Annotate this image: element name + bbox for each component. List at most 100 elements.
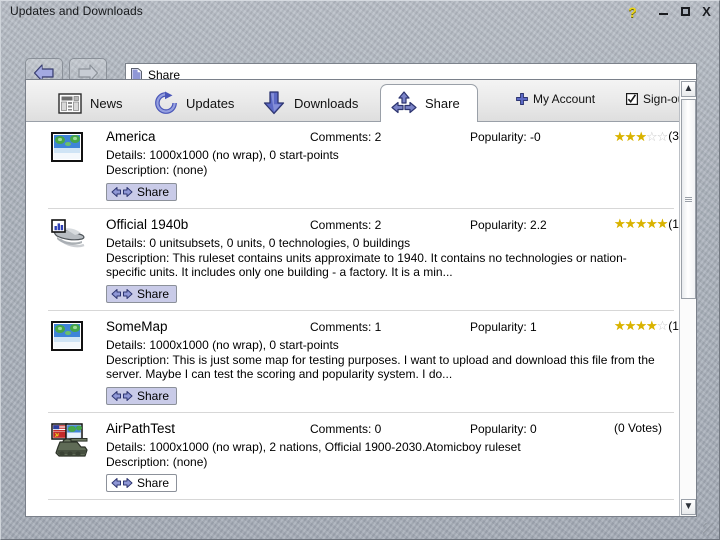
star-filled-icon: ★ [635, 217, 646, 230]
list-item-body: SomeMapComments: 1Popularity: 1★★★★☆(1)D… [106, 319, 674, 405]
list-item-details: Details: 1000x1000 (no wrap), 0 start-po… [106, 148, 674, 162]
share-arrows-small-icon [111, 390, 133, 402]
maximize-button[interactable] [676, 2, 695, 21]
maximize-icon [681, 7, 690, 16]
star-filled-icon: ★ [635, 130, 646, 143]
map-thumbnail-icon [51, 132, 91, 170]
close-icon: X [702, 4, 711, 19]
list-item-description: Description: (none) [106, 455, 661, 470]
tab-share[interactable]: Share [380, 84, 478, 123]
list-item-description: Description: This ruleset contains units… [106, 251, 661, 280]
question-mark-icon: ? [628, 4, 637, 20]
star-empty-icon: ☆ [646, 130, 657, 143]
list-item-popularity: Popularity: 1 [470, 320, 537, 334]
star-rating-icon: ★★★☆☆ [614, 130, 667, 143]
list-item-comments: Comments: 2 [310, 130, 381, 144]
star-filled-icon: ★ [625, 130, 636, 143]
share-arrows-small-icon [111, 186, 133, 198]
list-item-title: AirPathTest [106, 421, 175, 436]
scroll-up-button[interactable]: ▲ [681, 81, 696, 97]
tab-updates[interactable]: Updates [144, 84, 244, 122]
checkbox-icon [626, 93, 638, 105]
share-arrows-icon [391, 91, 417, 117]
tab-downloads[interactable]: Downloads [252, 84, 368, 122]
list-item[interactable]: AirPathTest Comments: 0 Popularity: 0 (0 Vo… [48, 413, 674, 501]
share-button-label: Share [137, 287, 169, 301]
list-item-details: Details: 1000x1000 (no wrap), 2 nations,… [106, 440, 674, 454]
tab-news[interactable]: News [48, 84, 133, 122]
title-bar[interactable]: Updates and Downloads ? X [1, 1, 720, 22]
share-button[interactable]: Share [106, 387, 177, 405]
star-filled-icon: ★ [614, 319, 625, 332]
share-button-label: Share [137, 476, 169, 490]
star-filled-icon: ★ [614, 217, 625, 230]
scrollbar-thumb[interactable] [681, 99, 696, 299]
star-filled-icon: ★ [646, 217, 657, 230]
close-button[interactable]: X [697, 2, 716, 21]
window-frame: Updates and Downloads ? X [0, 0, 720, 540]
list-item-popularity: Popularity: -0 [470, 130, 541, 144]
share-arrows-small-icon [111, 288, 133, 300]
minimize-icon [659, 13, 668, 15]
my-account-link[interactable]: My Account [516, 92, 595, 106]
tab-share-label: Share [425, 96, 460, 111]
help-button[interactable]: ? [623, 2, 642, 21]
tab-updates-label: Updates [186, 96, 234, 111]
vertical-scrollbar[interactable]: ▲ ▼ [679, 80, 696, 516]
list-item[interactable]: SomeMapComments: 1Popularity: 1★★★★☆(1)D… [48, 311, 674, 413]
star-empty-icon: ☆ [657, 130, 668, 143]
star-filled-icon: ★ [646, 319, 657, 332]
scrollbar-grip-icon [685, 197, 692, 202]
list-item-description: Description: This is just some map for t… [106, 353, 661, 382]
share-button-label: Share [137, 389, 169, 403]
plus-icon [516, 93, 528, 105]
list-item-rating: ★★★★★(1) [614, 217, 683, 231]
star-filled-icon: ★ [635, 319, 646, 332]
star-filled-icon: ★ [625, 319, 636, 332]
chevron-up-icon: ▲ [684, 84, 694, 94]
content-panel: News Updates Downloads [25, 79, 697, 517]
list-item-description: Description: (none) [106, 163, 661, 178]
navigation-bar: Share [1, 22, 720, 79]
my-account-label: My Account [533, 92, 595, 106]
star-rating-icon: ★★★★☆ [614, 319, 667, 332]
list-item-body: AirPathTest Comments: 0 Popularity: 0 (0 Vo… [106, 421, 674, 493]
list-item-comments: Comments: 0 [310, 422, 381, 436]
map-thumbnail-icon [51, 321, 91, 359]
minimize-button[interactable] [654, 2, 673, 21]
list-item-rating: ★★★☆☆(3) [614, 129, 683, 143]
share-button[interactable]: Share [106, 285, 177, 303]
window-title: Updates and Downloads [10, 4, 143, 18]
list-item-popularity: Popularity: 0 [470, 422, 537, 436]
list-item-rating: (0 Votes) [614, 421, 662, 435]
scenario-tank-icon [51, 423, 91, 461]
list-item-details: Details: 1000x1000 (no wrap), 0 start-po… [106, 338, 674, 352]
aircraft-ruleset-icon [51, 219, 91, 257]
share-arrows-small-icon [111, 477, 133, 489]
list-item-details: Details: 0 unitsubsets, 0 units, 0 techn… [106, 236, 674, 250]
list-item-body: AmericaComments: 2Popularity: -0★★★☆☆(3)… [106, 129, 674, 201]
share-button[interactable]: Share [106, 183, 177, 201]
star-filled-icon: ★ [625, 217, 636, 230]
list-item-headline: SomeMapComments: 1Popularity: 1★★★★☆(1) [106, 319, 674, 336]
resize-grip[interactable] [703, 523, 716, 536]
tab-strip: News Updates Downloads [26, 80, 696, 122]
list-item-popularity: Popularity: 2.2 [470, 218, 547, 232]
list-item-body: Official 1940bComments: 2Popularity: 2.2… [106, 217, 674, 303]
list-item-votes: (0 Votes) [614, 421, 662, 435]
list-item-headline: AmericaComments: 2Popularity: -0★★★☆☆(3) [106, 129, 674, 146]
list-item[interactable]: Official 1940bComments: 2Popularity: 2.2… [48, 209, 674, 311]
list-item[interactable]: AmericaComments: 2Popularity: -0★★★☆☆(3)… [48, 122, 674, 209]
list-item-headline: Official 1940bComments: 2Popularity: 2.2… [106, 217, 674, 234]
refresh-icon [154, 91, 178, 115]
star-empty-icon: ☆ [657, 319, 668, 332]
share-item-list[interactable]: America Comments: 2 Popularity: -0 ★★★☆☆(3)… [26, 122, 696, 516]
download-icon [262, 90, 286, 116]
share-button[interactable]: Share [106, 474, 177, 492]
chevron-down-icon: ▼ [684, 502, 694, 512]
list-item-comments: Comments: 1 [310, 320, 381, 334]
list-item-title: America [106, 129, 156, 144]
scroll-down-button[interactable]: ▼ [681, 499, 696, 515]
star-filled-icon: ★ [657, 217, 668, 230]
star-rating-icon: ★★★★★ [614, 217, 667, 230]
